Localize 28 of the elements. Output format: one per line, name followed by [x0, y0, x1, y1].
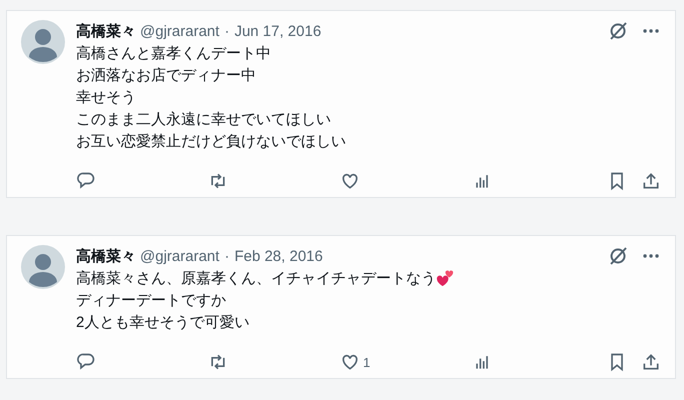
- hearts-icon: [436, 269, 454, 287]
- share-icon[interactable]: [641, 171, 661, 191]
- like-count: 1: [363, 354, 370, 370]
- slashed-circle-icon[interactable]: [608, 21, 628, 41]
- post-text: お洒落なお店でディナー中: [76, 66, 256, 84]
- separator-dot: ·: [224, 248, 230, 264]
- author-handle[interactable]: @gjrararant: [140, 248, 220, 264]
- share-icon[interactable]: [641, 352, 661, 372]
- heart-icon[interactable]: [340, 352, 360, 372]
- post-text: このまま二人永遠に幸せでいてほしい: [76, 110, 331, 128]
- post-date[interactable]: Jun 17, 2016: [234, 22, 322, 40]
- avatar-icon[interactable]: [21, 20, 65, 64]
- post-text: 高橋さんと嘉孝くんデート中: [76, 44, 271, 62]
- reply-icon[interactable]: [76, 171, 96, 191]
- author-name[interactable]: 高橋菜々: [76, 22, 136, 40]
- heart-icon[interactable]: [340, 171, 360, 191]
- slashed-circle-icon[interactable]: [608, 246, 628, 266]
- post-date[interactable]: Feb 28, 2016: [234, 248, 323, 264]
- author-name[interactable]: 高橋菜々: [76, 246, 136, 266]
- post-text: 幸せそう: [76, 88, 136, 106]
- post-text: 2人とも幸せそうで可愛い: [76, 312, 250, 332]
- separator-dot: ·: [224, 22, 230, 40]
- post-text: お互い恋愛禁止だけど負けないでほしい: [76, 132, 346, 150]
- post-text: ディナーデートですか: [76, 290, 226, 310]
- post-text: 高橋菜々さん、原嘉孝くん、イチャイチャデートなう: [76, 268, 436, 288]
- reply-icon[interactable]: [76, 352, 96, 372]
- avatar-icon[interactable]: [21, 245, 65, 289]
- author-handle[interactable]: @gjrararant: [140, 22, 220, 40]
